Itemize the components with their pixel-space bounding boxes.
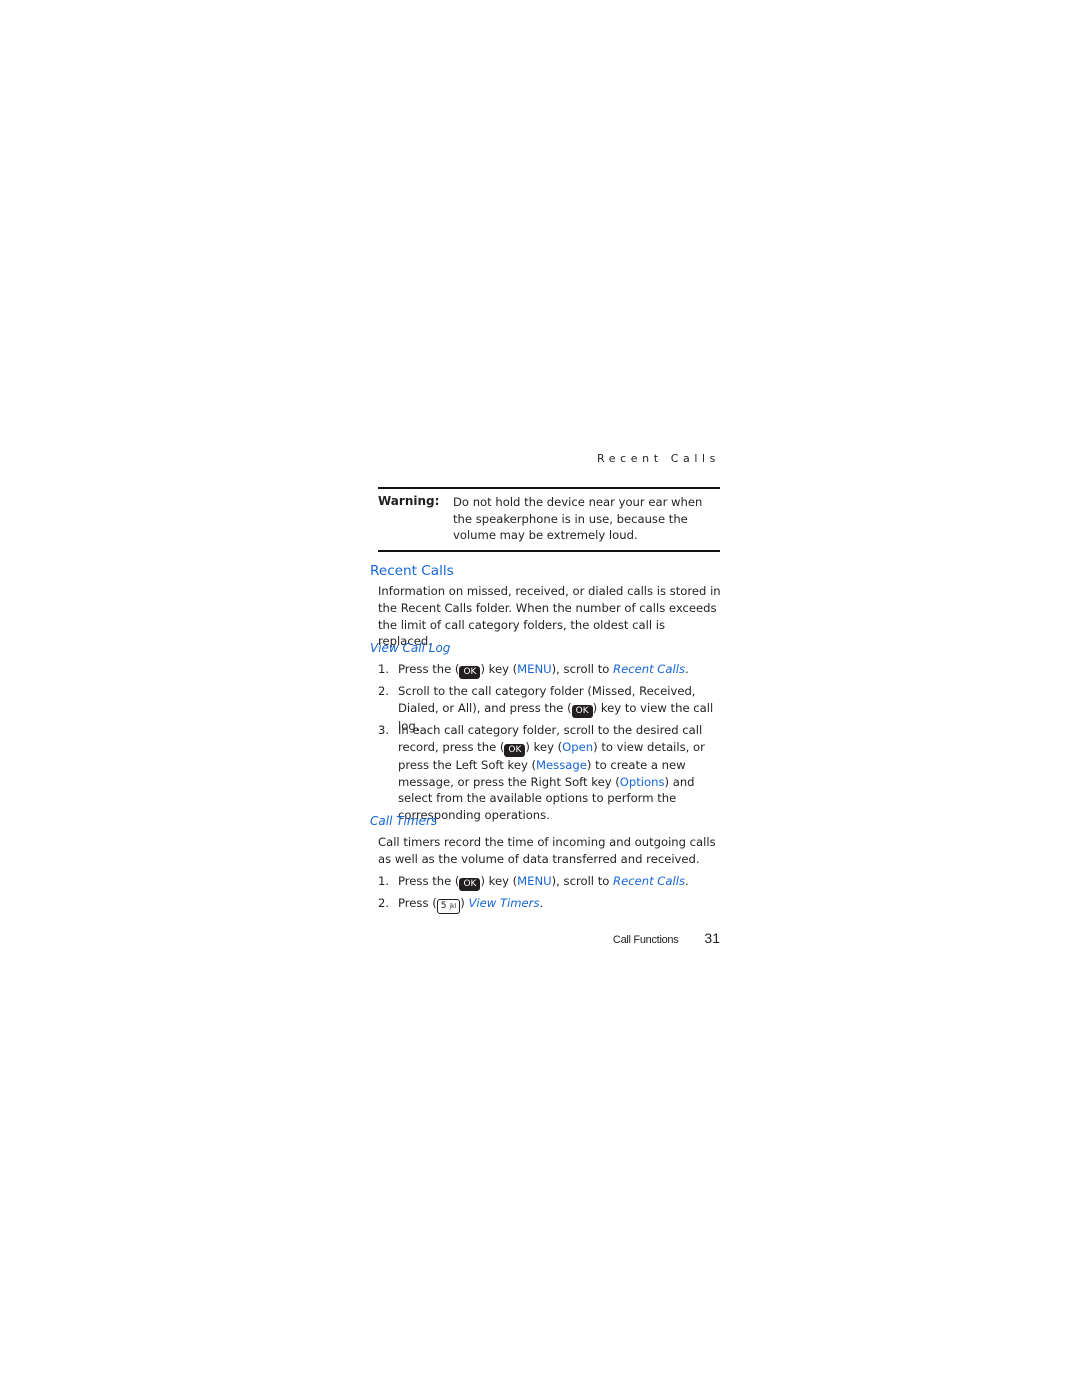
subsection-title-call-timers: Call Timers (370, 814, 438, 828)
call-timers-intro: Call timers record the time of incoming … (378, 835, 716, 866)
section-title: Recent Calls (370, 563, 454, 579)
softkey-label: Open (562, 739, 594, 754)
list-item: 3. In each call category folder, scroll … (378, 723, 705, 823)
page-number: 31 (704, 930, 720, 946)
softkey-label: Options (619, 774, 665, 789)
number-5-key-icon: 5 jkl (436, 899, 461, 914)
warning-box: Warning: Do not hold the device near you… (378, 487, 720, 552)
warning-label: Warning: (378, 494, 440, 508)
running-head: Recent Calls (597, 452, 720, 465)
ok-key-icon: OK (459, 666, 481, 679)
menu-target: Recent Calls (613, 662, 685, 676)
warning-text: Do not hold the device near your ear whe… (453, 495, 703, 543)
footer-section-name: Call Functions (612, 934, 679, 946)
ok-key-icon: OK (459, 878, 481, 891)
softkey-label: Message (536, 757, 587, 772)
menu-target: Recent Calls (613, 874, 685, 888)
list-item: 1. Press the (OK) key (MENU), scroll to … (378, 874, 689, 891)
softkey-label: MENU (517, 662, 552, 676)
menu-target: View Timers (468, 896, 540, 910)
ok-key-icon: OK (571, 704, 593, 718)
subsection-title-view-call-log: View Call Log (370, 641, 451, 655)
page-footer: Call Functions 31 (613, 930, 720, 946)
list-item: 1. Press the (OK) key (MENU), scroll to … (378, 662, 689, 679)
softkey-label: MENU (517, 874, 552, 888)
ok-key-icon: OK (504, 743, 526, 757)
list-item: 2. Press (5 jkl) View Timers. (378, 895, 722, 914)
